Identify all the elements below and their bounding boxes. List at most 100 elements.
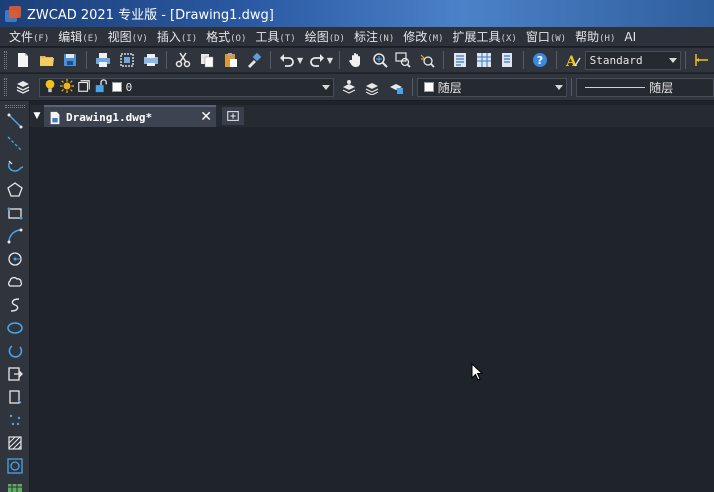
cut-icon[interactable]: [172, 50, 194, 70]
chevron-down-icon: [321, 84, 330, 90]
properties-icon[interactable]: [449, 50, 471, 70]
menu-format[interactable]: 格式(O): [206, 28, 246, 45]
undo-icon[interactable]: [276, 50, 298, 70]
menu-modify[interactable]: 修改(M): [403, 28, 443, 45]
menu-extend-tools[interactable]: 扩展工具(X): [453, 28, 517, 45]
insert-block-icon[interactable]: [4, 363, 26, 384]
app-logo-icon: [4, 5, 22, 23]
standard-toolbar: ▼ ▼ ? A Standard: [0, 48, 714, 73]
undo-dropdown-icon[interactable]: ▼: [297, 56, 303, 65]
spline-icon[interactable]: [4, 294, 26, 315]
layer-color-swatch: [111, 82, 122, 92]
menu-view[interactable]: 视图(V): [108, 28, 148, 45]
menu-draw[interactable]: 绘图(D): [305, 28, 345, 45]
point-icon[interactable]: [4, 409, 26, 430]
menu-insert[interactable]: 插入(I): [157, 28, 197, 45]
text-style-select[interactable]: Standard: [584, 50, 682, 70]
layer-select[interactable]: 0: [38, 77, 334, 97]
region-icon[interactable]: [4, 455, 26, 476]
separator: [523, 51, 525, 69]
separator: [339, 51, 341, 69]
plot-icon[interactable]: [140, 50, 162, 70]
separator: [442, 51, 444, 69]
redo-dropdown-icon[interactable]: ▼: [327, 56, 333, 65]
match-properties-icon[interactable]: [244, 50, 266, 70]
text-style-icon[interactable]: A: [562, 50, 584, 70]
separator: [166, 51, 168, 69]
linetype-preview: [585, 86, 646, 88]
save-icon[interactable]: [59, 50, 81, 70]
separator: [685, 51, 687, 69]
copy-icon[interactable]: [196, 50, 218, 70]
zoom-window-icon[interactable]: [393, 50, 415, 70]
layer-viewport-freeze-icon[interactable]: [77, 79, 91, 96]
tab-list-dropdown-icon[interactable]: ▼: [30, 105, 44, 127]
design-center-icon[interactable]: [473, 50, 495, 70]
mouse-cursor-icon: [471, 363, 484, 381]
layer-unlock-icon[interactable]: [94, 78, 108, 96]
close-tab-icon[interactable]: ✕: [200, 109, 212, 125]
layer-on-bulb-icon[interactable]: [43, 79, 57, 96]
draw-toolbar: [0, 101, 30, 492]
new-file-icon[interactable]: [12, 50, 34, 70]
zoom-realtime-icon[interactable]: [369, 50, 391, 70]
toolbar-grip[interactable]: [4, 78, 7, 96]
paste-icon[interactable]: [220, 50, 242, 70]
polygon-icon[interactable]: [4, 179, 26, 200]
color-select[interactable]: 随层: [416, 77, 568, 97]
circle-icon[interactable]: [4, 248, 26, 269]
hatch-icon[interactable]: [4, 432, 26, 453]
ellipse-arc-icon[interactable]: [4, 340, 26, 361]
svg-text:?: ?: [537, 54, 543, 67]
help-icon[interactable]: ?: [529, 50, 551, 70]
chevron-down-icon: [555, 84, 564, 90]
menu-file[interactable]: 文件(F): [9, 28, 49, 45]
redo-icon[interactable]: [306, 50, 328, 70]
separator: [555, 51, 557, 69]
color-value: 随层: [437, 80, 462, 95]
menu-help[interactable]: 帮助(H): [575, 28, 615, 45]
tab-drawing1[interactable]: Drawing1.dwg* ✕: [44, 105, 216, 127]
separator: [86, 51, 88, 69]
toolbar-grip[interactable]: [4, 51, 7, 69]
open-folder-icon[interactable]: [36, 50, 58, 70]
line-tool-icon[interactable]: [4, 110, 26, 131]
layer-previous-icon[interactable]: [361, 77, 383, 97]
text-style-value: Standard: [589, 53, 643, 67]
construction-line-icon[interactable]: [4, 133, 26, 154]
pan-hand-icon[interactable]: [345, 50, 367, 70]
make-block-icon[interactable]: [4, 386, 26, 407]
print-preview-icon[interactable]: [116, 50, 138, 70]
title-bar: ZWCAD 2021 专业版 - [Drawing1.dwg]: [0, 0, 714, 27]
layers-toolbar: 0 随层 随层: [0, 74, 714, 101]
dimension-style-icon[interactable]: [691, 50, 713, 70]
drawing-canvas[interactable]: [31, 127, 714, 492]
rectangle-icon[interactable]: [4, 202, 26, 223]
zoom-previous-icon[interactable]: [416, 50, 438, 70]
menu-window[interactable]: 窗口(W): [526, 28, 566, 45]
linetype-select[interactable]: 随层: [576, 77, 714, 97]
window-title: ZWCAD 2021 专业版 - [Drawing1.dwg]: [27, 8, 274, 23]
tool-palette-icon[interactable]: [496, 50, 518, 70]
ellipse-icon[interactable]: [4, 317, 26, 338]
chevron-down-icon: [669, 57, 678, 63]
linetype-value: 随层: [649, 80, 674, 95]
new-tab-button[interactable]: [222, 107, 244, 125]
polyline-icon[interactable]: [4, 156, 26, 177]
layer-states-icon[interactable]: [385, 77, 407, 97]
document-tab-strip: ▼ Drawing1.dwg* ✕: [30, 105, 714, 127]
menu-dimension[interactable]: 标注(N): [354, 28, 394, 45]
separator: [571, 78, 573, 96]
arc-icon[interactable]: [4, 225, 26, 246]
table-icon[interactable]: [4, 478, 26, 492]
layer-manager-icon[interactable]: [12, 77, 34, 97]
layer-thaw-sun-icon[interactable]: [59, 78, 74, 96]
revision-cloud-icon[interactable]: [4, 271, 26, 292]
make-object-layer-current-icon[interactable]: [338, 77, 360, 97]
drawing-file-icon: [48, 110, 62, 125]
toolbar-grip[interactable]: [4, 105, 25, 108]
menu-ai[interactable]: AI: [624, 30, 636, 44]
menu-tools[interactable]: 工具(T): [255, 28, 295, 45]
print-icon[interactable]: [92, 50, 114, 70]
menu-edit[interactable]: 编辑(E): [58, 28, 98, 45]
